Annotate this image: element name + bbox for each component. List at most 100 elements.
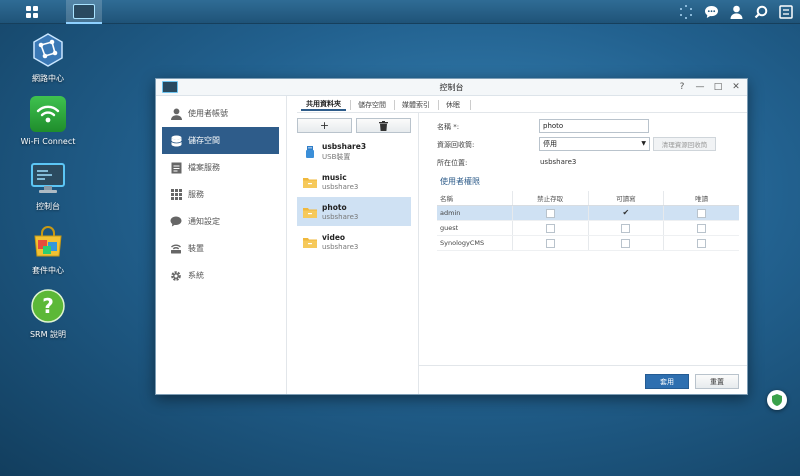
chat-icon[interactable] [703,4,719,20]
location-label: 所在位置: [437,159,468,167]
user-name-cell: admin [440,209,461,217]
sidebar-item-storage[interactable]: 儲存空間 [162,127,279,154]
help-icon[interactable]: ? [677,80,687,94]
user-name-cell: guest [440,224,459,232]
device-icon [170,243,182,255]
table-row[interactable]: guest [437,221,739,236]
share-name: photo [322,202,347,212]
tab-bar: 共用資料夾 儲存空間 媒體索引 休眠 [297,96,747,113]
tab-divider [394,100,395,110]
taskbar-control-panel-button[interactable] [66,0,102,24]
permissions-title: 使用者權限 [440,177,480,186]
network-dots-icon[interactable] [678,4,694,20]
shield-icon [772,394,782,406]
search-icon[interactable] [753,4,769,20]
location-value: usbshare3 [540,158,577,166]
user-icon[interactable] [728,4,744,20]
services-icon [170,189,182,201]
svg-text:?: ? [42,294,54,318]
notification-icon [170,216,182,228]
read-only-checkbox[interactable] [697,238,707,248]
share-location: usbshare3 [322,182,359,191]
sidebar-item-label: 裝置 [188,244,204,253]
recycle-bin-select[interactable]: 停用 ▼ [539,137,650,151]
window-controls: ? — □ ✕ [677,80,741,94]
user-name-cell: SynologyCMS [440,239,485,247]
close-icon[interactable]: ✕ [731,80,741,94]
control-panel-icon [73,3,95,19]
minimize-icon[interactable]: — [695,80,705,94]
deny-access-checkbox[interactable] [545,208,555,218]
tab-shared-folder[interactable]: 共用資料夾 [301,98,346,111]
delete-share-button[interactable] [356,118,411,133]
share-location: usbshare3 [322,242,359,251]
desktop-icon-package-center[interactable]: 套件中心 [6,224,90,276]
desktop-icon-control-panel[interactable]: 控制台 [6,160,90,212]
folder-icon [303,177,317,188]
read-write-checkbox[interactable] [621,238,631,248]
folder-icon [303,207,317,218]
sidebar-item-device[interactable]: 裝置 [162,235,279,262]
sidebar-item-label: 服務 [188,190,204,199]
options-icon[interactable] [778,4,794,20]
usb-icon [306,145,314,158]
deny-access-checkbox[interactable] [545,223,555,233]
name-label: 名稱 *: [437,123,460,131]
table-row[interactable]: SynologyCMS [437,236,739,251]
chevron-down-icon: ▼ [641,140,646,147]
help-icon: ? [30,288,66,324]
tab-storage[interactable]: 儲存空間 [353,98,391,111]
window-titlebar[interactable]: 控制台 ? — □ ✕ [156,79,747,96]
reset-button[interactable]: 重置 [695,374,739,389]
sidebar-item-system[interactable]: 系統 [162,262,279,289]
tab-divider [470,100,471,110]
floating-status-button[interactable] [767,390,787,410]
sidebar-item-label: 檔案服務 [188,163,220,172]
sidebar-item-services[interactable]: 服務 [162,181,279,208]
deny-access-checkbox[interactable] [545,238,555,248]
sidebar-item-file-services[interactable]: 檔案服務 [162,154,279,181]
share-item-usbshare3[interactable]: usbshare3 USB裝置 [297,137,411,166]
desktop-icon-network-center[interactable]: 網路中心 [6,32,90,84]
column-header: 可讀寫 [587,191,664,205]
read-write-checkbox[interactable]: ✔ [621,209,630,218]
maximize-icon[interactable]: □ [713,80,723,94]
footer-divider [419,365,747,366]
control-panel-icon [30,160,66,196]
column-header: 禁止存取 [511,191,588,205]
share-settings-form: 名稱 *: photo 資源回收筒: 停用 ▼ 清理資源回收筒 所在位置: us… [419,113,747,394]
share-location: USB裝置 [322,152,351,161]
sidebar-item-label: 系統 [188,271,204,280]
sidebar-item-user-accounts[interactable]: 使用者帳號 [162,100,279,127]
user-icon [170,108,182,120]
read-write-checkbox[interactable] [621,223,631,233]
wifi-icon [30,96,66,132]
tab-hibernation[interactable]: 休眠 [441,98,465,111]
read-only-checkbox[interactable] [697,208,707,218]
permissions-header-row: 名稱 禁止存取 可讀寫 唯讀 [437,191,739,206]
taskbar-right-tray [678,0,794,24]
control-panel-window: 控制台 ? — □ ✕ 使用者帳號 儲存空間 檔案服務 服務 通知設定 裝置 系… [155,78,748,395]
folder-icon [303,237,317,248]
name-input[interactable]: photo [539,119,649,133]
window-title: 控制台 [439,83,464,92]
main-menu-button[interactable] [0,0,64,24]
apply-button[interactable]: 套用 [645,374,689,389]
desktop-icon-wifi-connect[interactable]: Wi-Fi Connect [6,96,90,146]
network-center-icon [30,32,66,68]
desktop-icon-srm-help[interactable]: ? SRM 說明 [6,288,90,340]
desktop-icon-label: 套件中心 [32,266,64,275]
sidebar-item-notification[interactable]: 通知設定 [162,208,279,235]
sidebar-item-label: 通知設定 [188,217,220,226]
add-share-button[interactable]: + [297,118,352,133]
sidebar: 使用者帳號 儲存空間 檔案服務 服務 通知設定 裝置 系統 [156,96,287,394]
read-only-checkbox[interactable] [697,223,707,233]
share-item-photo[interactable]: photo usbshare3 [297,197,411,226]
sidebar-item-label: 儲存空間 [188,136,220,145]
tab-media-index[interactable]: 媒體索引 [397,98,435,111]
clear-recycle-bin-button[interactable]: 清理資源回收筒 [653,137,716,151]
share-item-music[interactable]: music usbshare3 [297,167,411,196]
recycle-bin-label: 資源回收筒: [437,141,475,149]
table-row[interactable]: admin ✔ [437,206,739,221]
share-item-video[interactable]: video usbshare3 [297,227,411,256]
